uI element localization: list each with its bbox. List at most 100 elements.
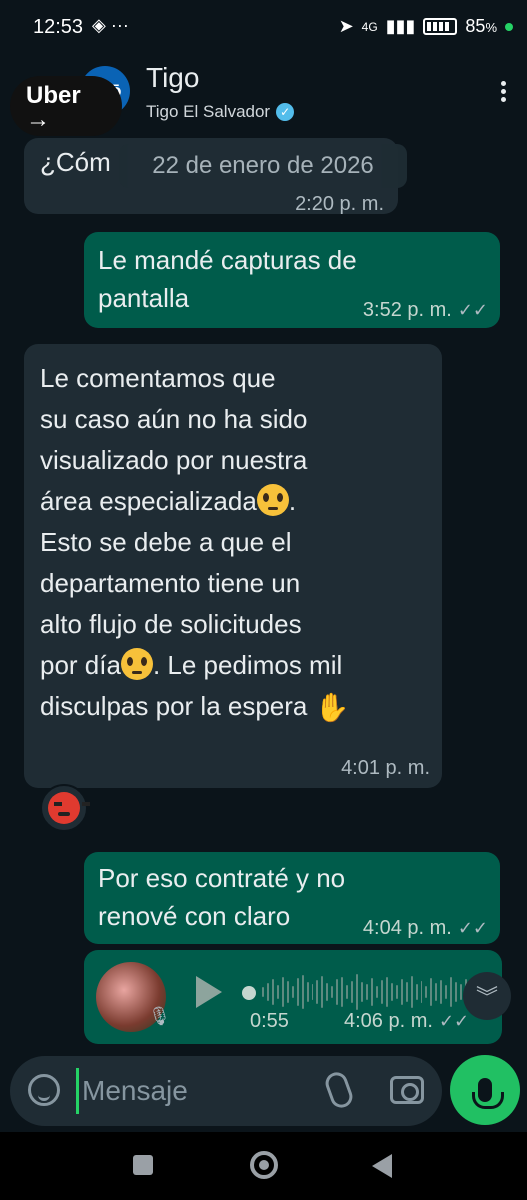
waveform-bar xyxy=(430,978,433,1006)
contact-subtitle-text: Tigo El Salvador xyxy=(146,102,271,121)
message-meta: 4:04 p. m. ✓✓ xyxy=(362,917,488,939)
angry-reaction-icon[interactable] xyxy=(40,784,88,832)
waveform-bar xyxy=(281,977,284,1007)
waveform-bar xyxy=(296,978,299,1006)
waveform-bar xyxy=(346,985,349,999)
nav-home-icon[interactable] xyxy=(250,1151,278,1179)
waveform-bar xyxy=(286,981,289,1003)
waveform-bar xyxy=(276,985,279,999)
play-icon[interactable] xyxy=(196,976,222,1008)
waveform-bar xyxy=(336,979,339,1005)
waveform-bar xyxy=(356,974,359,1010)
waveform-bar xyxy=(415,984,418,1000)
message-meta: 4:06 p. m. ✓✓ xyxy=(344,1010,470,1032)
voice-waveform[interactable] xyxy=(262,970,482,1014)
message-time: 2:20 p. m. xyxy=(295,193,384,215)
menu-dots-icon[interactable] xyxy=(499,78,507,105)
system-nav-bar xyxy=(0,1132,527,1200)
message-meta: 3:52 p. m. ✓✓ xyxy=(362,299,488,321)
chat-area[interactable]: ¿Cóm 2:20 p. m. 22 de enero de 2026 Le m… xyxy=(0,132,527,1052)
verified-icon: ✓ xyxy=(276,103,295,121)
waveform-bar xyxy=(361,982,364,1002)
waveform-bar xyxy=(301,975,304,1009)
message-text: ¿Cóm xyxy=(40,147,111,177)
status-bar: 12:53 ◈ ··· ➤ 4G ▮▮▮ 85% xyxy=(0,0,527,56)
waveform-bar xyxy=(455,982,458,1002)
folded-hands-icon: ✋ xyxy=(314,692,350,723)
waveform-bar xyxy=(425,986,428,998)
message-outgoing[interactable]: Por eso contraté y no renové con claro 4… xyxy=(84,852,500,944)
message-text-line: Le mandé capturas de xyxy=(98,245,357,275)
message-outgoing[interactable]: Le mandé capturas de pantalla 3:52 p. m.… xyxy=(84,232,500,328)
message-text-line: Por eso contraté y no xyxy=(98,863,346,893)
waveform-bar xyxy=(385,977,388,1007)
double-check-icon: ✓✓ xyxy=(457,300,488,320)
message-text-line: renové con claro xyxy=(98,901,291,931)
camera-icon[interactable] xyxy=(390,1076,424,1104)
pleading-face-icon xyxy=(256,484,289,516)
message-composer xyxy=(10,1056,442,1126)
voice-duration: 0:55 xyxy=(250,1010,289,1032)
uber-bubble[interactable]: Uber → xyxy=(10,76,122,136)
waveform-bar xyxy=(262,987,264,997)
battery-level: 85% xyxy=(465,16,497,36)
notification-icons: ◈ ··· xyxy=(92,15,129,35)
signal-icon: ▮▮▮ xyxy=(385,16,416,36)
voice-seek-handle[interactable] xyxy=(242,986,256,1000)
waveform-bar xyxy=(306,982,309,1002)
waveform-bar xyxy=(420,981,423,1003)
message-incoming[interactable]: Le comentamos que su caso aún no ha sido… xyxy=(24,344,442,788)
text-caret xyxy=(76,1068,79,1114)
waveform-bar xyxy=(460,984,463,1000)
waveform-bar xyxy=(375,986,378,998)
double-check-icon: ✓✓ xyxy=(457,918,488,938)
pleading-face-icon xyxy=(120,648,153,680)
waveform-bar xyxy=(405,982,408,1002)
arrow-right-icon: → xyxy=(26,106,50,133)
chevron-double-down-icon[interactable]: ︾ xyxy=(463,972,511,1020)
nav-recents-icon[interactable] xyxy=(133,1155,153,1175)
waveform-bar xyxy=(316,980,319,1004)
contact-subtitle[interactable]: Tigo El Salvador ✓ xyxy=(146,102,295,122)
waveform-bar xyxy=(400,979,403,1005)
waveform-bar xyxy=(341,977,344,1007)
waveform-bar xyxy=(271,979,274,1005)
waveform-bar xyxy=(326,983,329,1001)
waveform-bar xyxy=(311,984,314,1000)
waveform-bar xyxy=(395,985,398,999)
contact-name[interactable]: Tigo xyxy=(146,62,199,94)
battery-icon xyxy=(423,18,458,35)
date-separator: 22 de enero de 2026 xyxy=(119,144,407,188)
message-text-block: Le comentamos que su caso aún no ha sido… xyxy=(40,358,350,728)
message-text-line: pantalla xyxy=(98,283,190,313)
waveform-bar xyxy=(380,980,383,1004)
privacy-dot-icon xyxy=(505,22,513,31)
sticker-icon[interactable] xyxy=(28,1074,60,1106)
waveform-bar xyxy=(291,986,294,998)
waveform-bar xyxy=(445,985,448,999)
waveform-bar xyxy=(370,978,373,1006)
waveform-bar xyxy=(351,981,354,1003)
waveform-bar xyxy=(390,983,393,1001)
message-input[interactable] xyxy=(82,1068,302,1114)
network-label: 4G xyxy=(361,19,378,34)
mic-icon: 🎙 xyxy=(148,1006,171,1026)
mic-icon xyxy=(472,1078,504,1109)
waveform-bar xyxy=(321,976,324,1008)
waveform-bar xyxy=(331,986,334,998)
status-time: 12:53 xyxy=(33,16,84,38)
waveform-bar xyxy=(435,983,438,1001)
mic-button[interactable] xyxy=(450,1055,520,1125)
voice-note[interactable]: 🎙 0:55 4:06 p. m. ✓✓ xyxy=(84,950,502,1044)
waveform-bar xyxy=(450,977,453,1007)
waveform-bar xyxy=(410,976,413,1008)
waveform-bar xyxy=(266,983,269,1001)
waveform-bar xyxy=(366,984,368,1000)
status-right: ➤ 4G ▮▮▮ 85% xyxy=(339,16,513,37)
nav-back-icon[interactable] xyxy=(372,1154,392,1178)
double-check-icon: ✓✓ xyxy=(438,1011,470,1031)
attach-icon[interactable] xyxy=(322,1069,356,1111)
message-time: 4:01 p. m. xyxy=(341,757,430,779)
location-arrow-icon: ➤ xyxy=(338,16,354,36)
waveform-bar xyxy=(440,980,443,1004)
